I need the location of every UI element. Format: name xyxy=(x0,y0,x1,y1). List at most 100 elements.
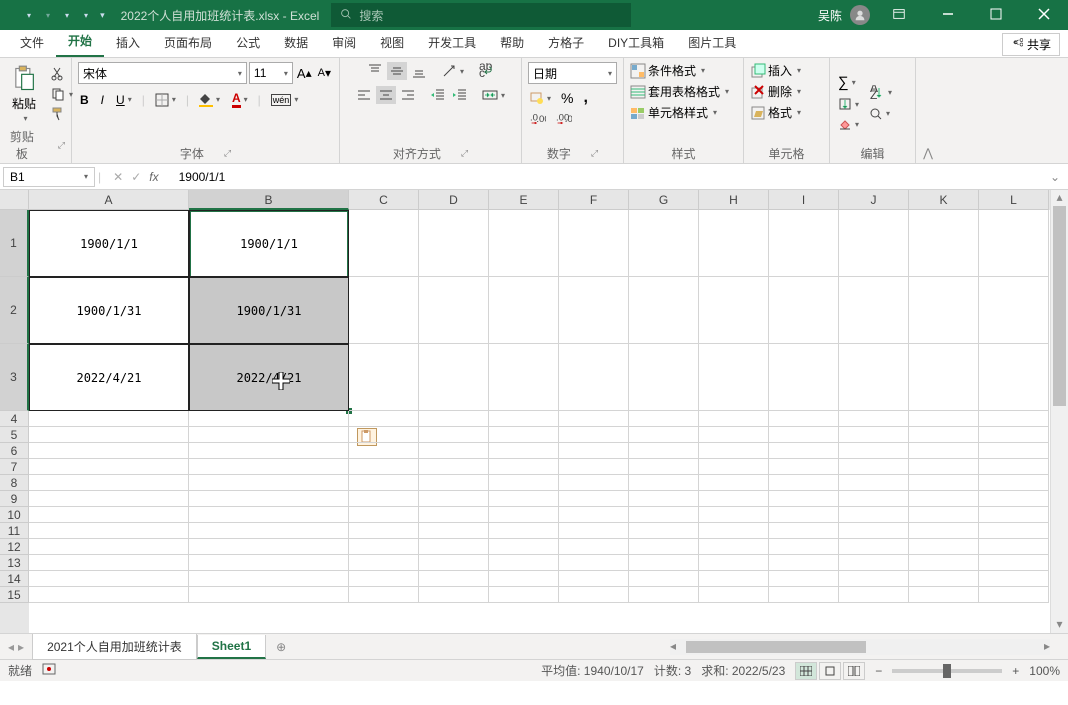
cell-E7[interactable] xyxy=(489,459,559,475)
wrap-text-icon[interactable]: abc xyxy=(476,62,496,80)
cell-L9[interactable] xyxy=(979,491,1049,507)
cell-L13[interactable] xyxy=(979,555,1049,571)
cell-A12[interactable] xyxy=(29,539,189,555)
orientation-icon[interactable]: ▾ xyxy=(439,62,466,80)
cell-A13[interactable] xyxy=(29,555,189,571)
row-header-4[interactable]: 4 xyxy=(0,411,29,427)
user-name[interactable]: 吴陈 xyxy=(818,7,842,24)
tab-review[interactable]: 审阅 xyxy=(320,28,368,57)
insert-cells-button[interactable]: 插入▾ xyxy=(750,62,801,79)
cell-I1[interactable] xyxy=(769,210,839,277)
cell-E10[interactable] xyxy=(489,507,559,523)
cell-C1[interactable] xyxy=(349,210,419,277)
cell-B8[interactable] xyxy=(189,475,349,491)
cell-J14[interactable] xyxy=(839,571,909,587)
cell-G7[interactable] xyxy=(629,459,699,475)
cell-J11[interactable] xyxy=(839,523,909,539)
cell-L11[interactable] xyxy=(979,523,1049,539)
align-bottom-icon[interactable] xyxy=(409,62,429,80)
scroll-left-icon[interactable]: ◂ xyxy=(670,639,676,653)
cell-A2[interactable]: 1900/1/31 xyxy=(29,277,189,344)
cell-H1[interactable] xyxy=(699,210,769,277)
cell-B15[interactable] xyxy=(189,587,349,603)
cell-J5[interactable] xyxy=(839,427,909,443)
tab-layout[interactable]: 页面布局 xyxy=(152,28,224,57)
cell-B14[interactable] xyxy=(189,571,349,587)
cell-J13[interactable] xyxy=(839,555,909,571)
cell-J3[interactable] xyxy=(839,344,909,411)
decrease-font-icon[interactable]: A▾ xyxy=(316,65,333,81)
format-cells-button[interactable]: 格式▾ xyxy=(750,104,801,121)
paste-button[interactable]: 粘贴 ▾ xyxy=(6,63,42,125)
cancel-formula-icon[interactable]: ✕ xyxy=(113,170,123,184)
col-header-D[interactable]: D xyxy=(419,190,489,210)
font-name-combo[interactable]: 宋体▾ xyxy=(78,62,247,84)
cell-E6[interactable] xyxy=(489,443,559,459)
scroll-right-icon[interactable]: ▸ xyxy=(1044,639,1050,653)
comma-icon[interactable]: , xyxy=(581,88,589,108)
number-format-combo[interactable]: 日期▾ xyxy=(528,62,617,84)
cell-E5[interactable] xyxy=(489,427,559,443)
copy-icon[interactable]: ▾ xyxy=(48,85,75,103)
row-header-5[interactable]: 5 xyxy=(0,427,29,443)
row-header-9[interactable]: 9 xyxy=(0,491,29,507)
search-box[interactable]: 搜索 xyxy=(331,3,631,27)
cell-H3[interactable] xyxy=(699,344,769,411)
cell-D7[interactable] xyxy=(419,459,489,475)
cell-C13[interactable] xyxy=(349,555,419,571)
cell-K8[interactable] xyxy=(909,475,979,491)
ribbon-options-icon[interactable] xyxy=(878,1,920,30)
cell-L8[interactable] xyxy=(979,475,1049,491)
cell-C6[interactable] xyxy=(349,443,419,459)
cell-A8[interactable] xyxy=(29,475,189,491)
tab-insert[interactable]: 插入 xyxy=(104,28,152,57)
cell-G8[interactable] xyxy=(629,475,699,491)
cell-I11[interactable] xyxy=(769,523,839,539)
cell-A9[interactable] xyxy=(29,491,189,507)
zoom-out-icon[interactable]: − xyxy=(875,664,882,678)
decrease-decimal-icon[interactable]: .00.0 xyxy=(554,112,574,126)
cell-K10[interactable] xyxy=(909,507,979,523)
cell-I6[interactable] xyxy=(769,443,839,459)
cell-K3[interactable] xyxy=(909,344,979,411)
cell-J4[interactable] xyxy=(839,411,909,427)
cell-E4[interactable] xyxy=(489,411,559,427)
cell-J6[interactable] xyxy=(839,443,909,459)
view-normal-icon[interactable] xyxy=(795,662,817,680)
col-header-H[interactable]: H xyxy=(699,190,769,210)
bold-button[interactable]: B xyxy=(78,92,91,108)
cell-F12[interactable] xyxy=(559,539,629,555)
cell-style-button[interactable]: 单元格样式▾ xyxy=(630,104,717,121)
tab-fgz[interactable]: 方格子 xyxy=(536,28,596,57)
col-header-L[interactable]: L xyxy=(979,190,1049,210)
cell-G11[interactable] xyxy=(629,523,699,539)
cell-A1[interactable]: 1900/1/1 xyxy=(29,210,189,277)
cell-D2[interactable] xyxy=(419,277,489,344)
cell-L6[interactable] xyxy=(979,443,1049,459)
cell-D1[interactable] xyxy=(419,210,489,277)
cell-A15[interactable] xyxy=(29,587,189,603)
formula-input[interactable]: 1900/1/1 xyxy=(171,170,1042,184)
cell-K7[interactable] xyxy=(909,459,979,475)
tab-view[interactable]: 视图 xyxy=(368,28,416,57)
user-avatar-icon[interactable] xyxy=(850,5,870,25)
horizontal-scrollbar[interactable]: ◂ ▸ xyxy=(670,639,1050,655)
cell-E15[interactable] xyxy=(489,587,559,603)
row-header-1[interactable]: 1 xyxy=(0,210,29,277)
cell-G6[interactable] xyxy=(629,443,699,459)
row-header-14[interactable]: 14 xyxy=(0,571,29,587)
cell-G10[interactable] xyxy=(629,507,699,523)
align-middle-icon[interactable] xyxy=(387,62,407,80)
cell-B4[interactable] xyxy=(189,411,349,427)
phonetic-icon[interactable]: wén▾ xyxy=(269,93,301,107)
cell-D9[interactable] xyxy=(419,491,489,507)
cell-C5[interactable] xyxy=(349,427,419,443)
cell-C14[interactable] xyxy=(349,571,419,587)
cond-format-button[interactable]: 条件格式▾ xyxy=(630,62,705,79)
cell-I15[interactable] xyxy=(769,587,839,603)
cell-F5[interactable] xyxy=(559,427,629,443)
cell-L2[interactable] xyxy=(979,277,1049,344)
cell-H15[interactable] xyxy=(699,587,769,603)
cell-J1[interactable] xyxy=(839,210,909,277)
cell-I10[interactable] xyxy=(769,507,839,523)
